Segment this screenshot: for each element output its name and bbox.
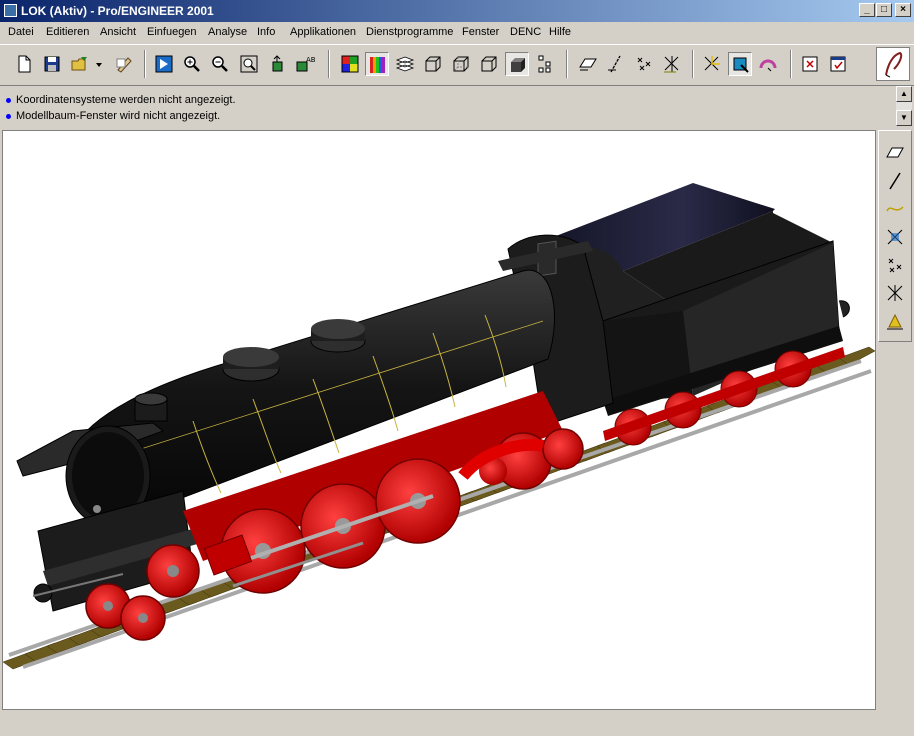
minimize-button[interactable]: _ [859, 3, 875, 17]
coordinate-systems-icon[interactable] [660, 52, 684, 76]
hidden-line-icon[interactable] [449, 52, 473, 76]
datum-point-icon[interactable] [883, 225, 907, 249]
scroll-up-icon[interactable]: ▲ [896, 86, 912, 102]
sketcher-icon[interactable] [728, 52, 752, 76]
regenerate-icon[interactable] [112, 52, 136, 76]
orient-icon[interactable] [265, 52, 289, 76]
message-line-1: Koordinatensysteme werden nicht angezeig… [6, 94, 236, 106]
maximize-button[interactable]: □ [876, 3, 892, 17]
open-icon[interactable] [68, 52, 92, 76]
model-tree-icon[interactable] [533, 52, 557, 76]
scroll-down-icon[interactable]: ▼ [896, 110, 912, 126]
shaded-icon[interactable] [505, 52, 529, 76]
refit-icon[interactable] [237, 52, 261, 76]
svg-text:AB: AB [306, 56, 315, 64]
status-bar [0, 712, 914, 736]
datum-axes-icon[interactable] [604, 52, 628, 76]
window-title: LOK (Aktiv) - Pro/ENGINEER 2001 [21, 4, 214, 18]
datum-curve-icon[interactable] [883, 197, 907, 221]
context-help-icon[interactable] [876, 47, 910, 81]
menu-ansicht[interactable]: Ansicht [100, 26, 136, 38]
color-appearance-icon[interactable] [338, 52, 362, 76]
dropdown-arrow-icon[interactable] [92, 52, 106, 76]
datum-axis-icon[interactable] [883, 169, 907, 193]
saved-views-icon[interactable]: AB [293, 52, 317, 76]
menu-denc[interactable]: DENC [510, 26, 541, 38]
datum-plane-icon[interactable] [883, 141, 907, 165]
datum-points-icon[interactable] [632, 52, 656, 76]
menu-dienstprogramme[interactable]: Dienstprogramme [366, 26, 453, 38]
new-file-icon[interactable] [12, 52, 36, 76]
evaluation-icon[interactable] [883, 309, 907, 333]
zoom-in-icon[interactable] [180, 52, 204, 76]
menu-editieren[interactable]: Editieren [46, 26, 89, 38]
layers-icon[interactable] [393, 52, 417, 76]
message-line-2: Modellbaum-Fenster wird nicht angezeigt. [6, 110, 220, 122]
title-bar: LOK (Aktiv) - Pro/ENGINEER 2001 _ □ × [0, 0, 914, 22]
menu-einfuegen[interactable]: Einfuegen [147, 26, 197, 38]
coordinate-system-icon[interactable] [883, 253, 907, 277]
shading-icon[interactable] [365, 52, 389, 76]
message-area: Koordinatensysteme werden nicht angezeig… [0, 86, 896, 126]
activate-window-icon[interactable] [826, 52, 850, 76]
datum-planes-icon[interactable] [576, 52, 600, 76]
save-icon[interactable] [40, 52, 64, 76]
spin-center-icon[interactable] [700, 52, 724, 76]
analysis-feature-icon[interactable] [883, 281, 907, 305]
menu-analyse[interactable]: Analyse [208, 26, 247, 38]
hidden-edges-icon[interactable] [756, 52, 780, 76]
wireframe-icon[interactable] [421, 52, 445, 76]
graphics-window[interactable] [2, 130, 876, 710]
locomotive-model-render[interactable] [3, 131, 875, 709]
menu-datei[interactable]: Datei [8, 26, 34, 38]
repaint-icon[interactable] [152, 52, 176, 76]
no-hidden-icon[interactable] [477, 52, 501, 76]
main-toolbar: AB [0, 45, 914, 86]
close-window-icon[interactable] [798, 52, 822, 76]
menu-hilfe[interactable]: Hilfe [549, 26, 571, 38]
close-button[interactable]: × [895, 3, 911, 17]
datum-toolbar [878, 130, 912, 342]
menu-fenster[interactable]: Fenster [462, 26, 499, 38]
app-icon[interactable] [4, 4, 17, 17]
menu-applikationen[interactable]: Applikationen [290, 26, 356, 38]
menu-bar: Datei Editieren Ansicht Einfuegen Analys… [0, 22, 914, 45]
menu-info[interactable]: Info [257, 26, 275, 38]
message-scrollbar[interactable]: ▲ ▼ [896, 86, 912, 126]
zoom-out-icon[interactable] [208, 52, 232, 76]
